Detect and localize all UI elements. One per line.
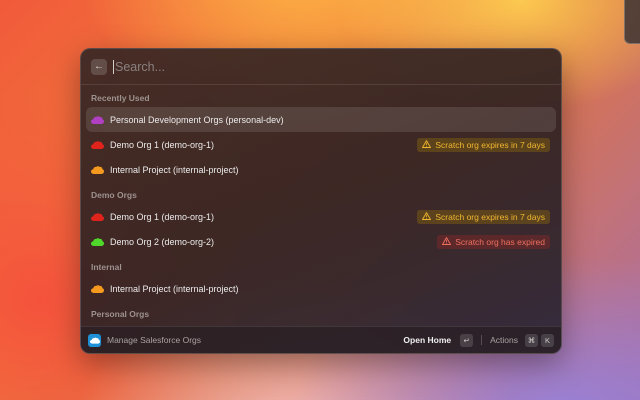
status-badge-text: Scratch org expires in 7 days [435, 211, 545, 222]
salesforce-cloud-icon [91, 237, 104, 246]
warning-triangle-icon [422, 139, 432, 150]
background-window-edge [624, 0, 640, 44]
footer-divider [481, 335, 483, 345]
open-home-button[interactable]: Open Home [403, 335, 451, 345]
salesforce-app-icon [88, 333, 101, 347]
org-label: Demo Org 1 (demo-org-1) [110, 139, 215, 150]
list-item[interactable]: Demo Org 1 (demo-org-1) Scratch org expi… [86, 132, 556, 157]
command-key-hint: ⌘ [525, 333, 538, 347]
status-badge: Scratch org has expired [437, 234, 550, 249]
k-key-hint: K [541, 333, 554, 347]
org-label: Internal Project (internal-project) [110, 164, 239, 175]
action-bar: Manage Salesforce Orgs Open Home ↵ Actio… [81, 326, 561, 353]
section-header-recently-used: Recently Used [91, 93, 150, 103]
arrow-left-icon: ← [94, 60, 104, 72]
warning-triangle-icon [422, 211, 432, 222]
org-label: Demo Org 1 (demo-org-1) [110, 211, 215, 222]
desktop-background: ← Recently Used Personal Development Org… [0, 0, 640, 400]
org-label: Personal Development Orgs (personal-dev) [110, 114, 284, 125]
search-bar: ← [81, 49, 561, 85]
search-input[interactable] [113, 59, 551, 74]
status-badge-text: Scratch org has expired [455, 236, 545, 247]
list-item[interactable]: Demo Org 2 (demo-org-2) Scratch org has … [86, 229, 556, 254]
salesforce-cloud-icon [91, 115, 104, 124]
actions-button[interactable]: Actions [490, 335, 518, 345]
enter-key-hint: ↵ [460, 333, 474, 347]
launcher-window: ← Recently Used Personal Development Org… [80, 48, 562, 354]
org-label: Internal Project (internal-project) [110, 283, 239, 294]
section-header-internal: Internal [91, 262, 122, 272]
salesforce-cloud-icon [91, 284, 104, 293]
section-header-demo-orgs: Demo Orgs [91, 190, 137, 200]
status-badge-text: Scratch org expires in 7 days [435, 139, 545, 150]
list-item[interactable]: Internal Project (internal-project) [86, 157, 556, 182]
section-header-personal-orgs: Personal Orgs [91, 309, 150, 319]
salesforce-cloud-icon [91, 212, 104, 221]
extension-title: Manage Salesforce Orgs [107, 335, 202, 345]
list-item[interactable]: Demo Org 1 (demo-org-1) Scratch org expi… [86, 204, 556, 229]
status-badge: Scratch org expires in 7 days [417, 137, 550, 152]
list-item[interactable]: Internal Project (internal-project) [86, 276, 556, 301]
org-list: Recently Used Personal Development Orgs … [81, 85, 561, 323]
back-button[interactable]: ← [91, 58, 107, 75]
list-item[interactable]: Personal Development Orgs (personal-dev) [86, 107, 556, 132]
status-badge: Scratch org expires in 7 days [417, 209, 550, 224]
salesforce-cloud-icon [91, 165, 104, 174]
salesforce-cloud-icon [91, 140, 104, 149]
warning-triangle-icon [442, 236, 452, 247]
org-label: Demo Org 2 (demo-org-2) [110, 236, 215, 247]
